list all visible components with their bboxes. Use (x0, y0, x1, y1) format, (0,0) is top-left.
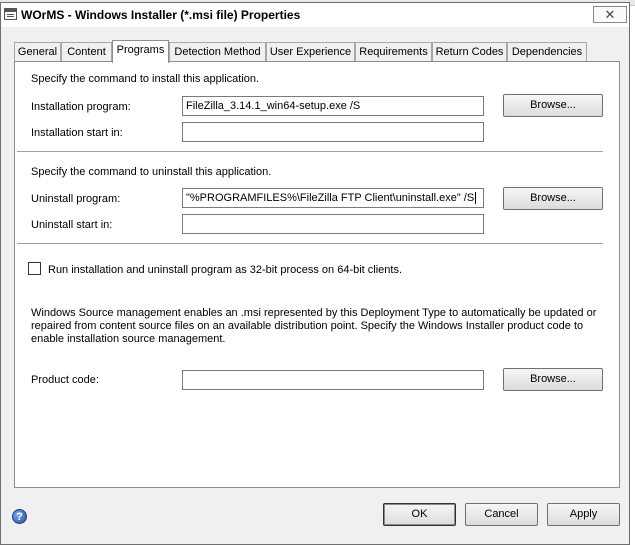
install-heading: Specify the command to install this appl… (31, 73, 260, 85)
uninstall-start-in-input[interactable] (182, 214, 484, 234)
tab-requirements[interactable]: Requirements (355, 42, 432, 62)
window-icon (4, 8, 17, 20)
run-32bit-checkbox[interactable] (28, 262, 41, 275)
product-code-label: Product code: (31, 374, 99, 386)
ok-button[interactable]: OK (383, 503, 456, 526)
window-title: WOrMS - Windows Installer (*.msi file) P… (21, 8, 301, 22)
tab-content[interactable]: Content (61, 42, 112, 62)
text-caret (475, 192, 477, 205)
tab-dependencies[interactable]: Dependencies (507, 42, 587, 62)
close-icon: ✕ (604, 7, 616, 22)
uninstall-program-value: "%PROGRAMFILES%\FileZilla FTP Client\uni… (186, 192, 475, 204)
tab-general[interactable]: General (14, 42, 61, 62)
title-bar: WOrMS - Windows Installer (*.msi file) P… (1, 3, 629, 27)
uninstall-program-input[interactable]: "%PROGRAMFILES%\FileZilla FTP Client\uni… (182, 188, 484, 208)
install-browse-button[interactable]: Browse... (503, 94, 603, 117)
tab-programs[interactable]: Programs (112, 40, 169, 63)
uninstall-browse-button[interactable]: Browse... (503, 187, 603, 210)
installation-program-label: Installation program: (31, 101, 131, 113)
separator-uninstall (17, 243, 603, 245)
uninstall-start-in-label: Uninstall start in: (31, 219, 113, 231)
installation-start-in-input[interactable] (182, 122, 484, 142)
product-code-input[interactable] (182, 370, 484, 390)
tab-user-experience[interactable]: User Experience (266, 42, 355, 62)
apply-button[interactable]: Apply (547, 503, 620, 526)
run-32bit-label: Run installation and uninstall program a… (48, 264, 403, 276)
installation-program-input[interactable]: FileZilla_3.14.1_win64-setup.exe /S (182, 96, 484, 116)
help-icon[interactable]: ? (12, 509, 27, 524)
uninstall-program-label: Uninstall program: (31, 193, 121, 205)
uninstall-heading: Specify the command to uninstall this ap… (31, 166, 272, 178)
source-management-description: Windows Source management enables an .ms… (31, 307, 597, 345)
installation-start-in-label: Installation start in: (31, 127, 123, 139)
separator-install (17, 151, 603, 153)
product-code-browse-button[interactable]: Browse... (503, 368, 603, 391)
tab-detection-method[interactable]: Detection Method (169, 42, 266, 62)
close-button[interactable]: ✕ (593, 6, 627, 23)
tab-return-codes[interactable]: Return Codes (432, 42, 507, 62)
cancel-button[interactable]: Cancel (465, 503, 538, 526)
properties-dialog: WOrMS - Windows Installer (*.msi file) P… (0, 2, 630, 545)
